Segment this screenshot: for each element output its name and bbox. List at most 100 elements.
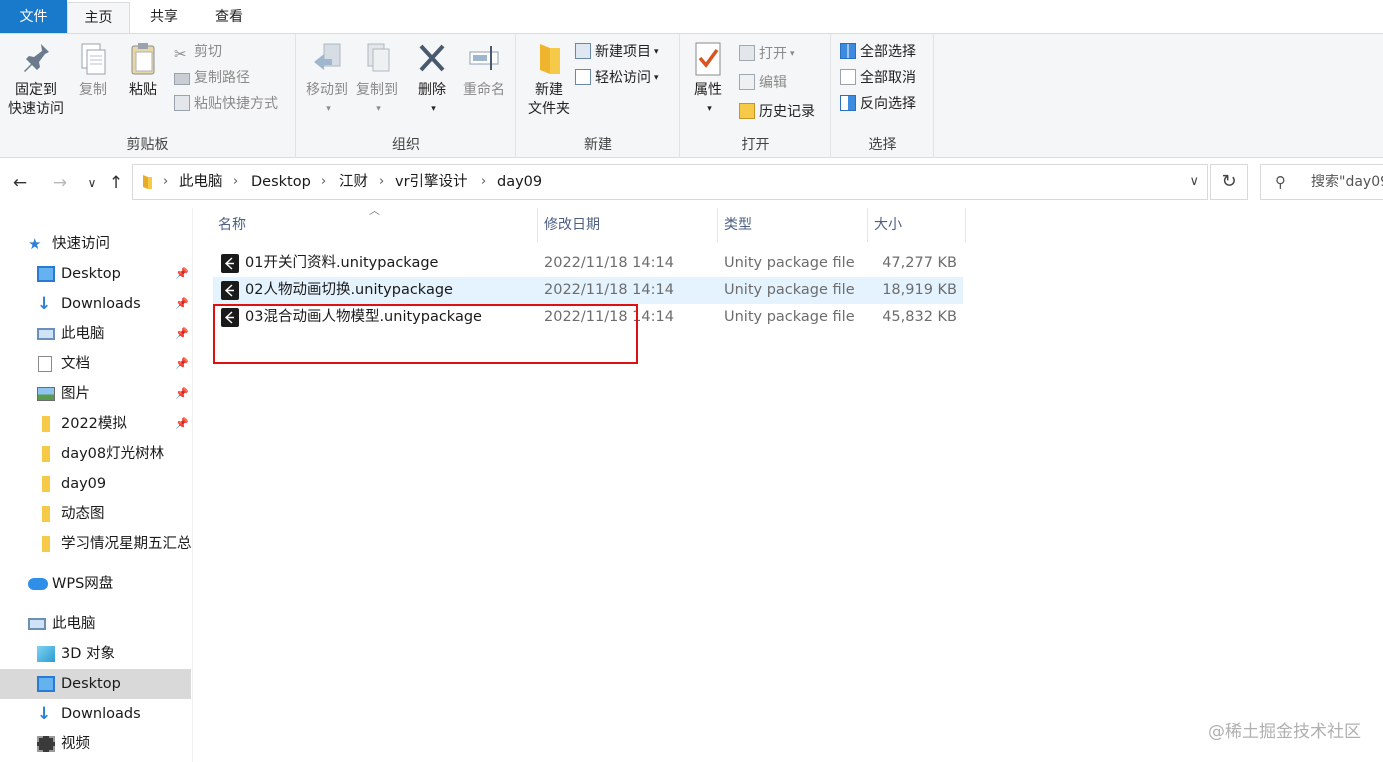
tab-home[interactable]: 主页: [67, 2, 130, 34]
properties-label: 属性: [694, 82, 722, 98]
sidebar-item-study-summary[interactable]: 学习情况星期五汇总: [0, 529, 192, 559]
folder-icon: [42, 446, 50, 462]
breadcrumb-vr-engine-design[interactable]: vr引擎设计: [395, 165, 468, 199]
rename-label: 重命名: [463, 82, 505, 98]
easy-access-dropdown-icon: ▾: [654, 73, 659, 83]
folder-icon: [143, 175, 152, 189]
paste-button[interactable]: 粘贴: [122, 40, 164, 100]
file-row[interactable]: 02人物动画切换.unitypackage 2022/11/18 14:14 U…: [213, 277, 963, 304]
sidebar-item-label: 视频: [61, 736, 90, 752]
paste-shortcut-icon: [174, 95, 190, 111]
tab-share[interactable]: 共享: [134, 2, 194, 33]
select-all-button[interactable]: 全部选择: [840, 40, 916, 64]
file-name: 02人物动画切换.unitypackage: [245, 282, 453, 298]
film-icon: [37, 736, 55, 752]
copy-to-button[interactable]: 复制到 ▾: [353, 40, 401, 119]
rename-icon: [469, 46, 499, 70]
paste-shortcut-button[interactable]: 粘贴快捷方式: [174, 92, 278, 116]
sidebar-item-this-pc[interactable]: 此电脑 📌: [0, 319, 192, 349]
select-all-icon: [840, 43, 856, 59]
unity-package-icon: [221, 254, 239, 273]
pin-icon: [24, 44, 49, 72]
unity-package-icon: [221, 281, 239, 300]
edit-button[interactable]: 编辑: [739, 71, 787, 95]
pin-icon: 📌: [175, 297, 189, 310]
delete-x-icon: [419, 44, 445, 72]
navigation-bar: ← → ∨ ↑ › 此电脑 › Desktop › 江财 › vr引擎设计 › …: [0, 158, 1383, 208]
copy-path-icon: [174, 73, 190, 85]
folder-icon: [42, 476, 50, 492]
pin-icon: 📌: [175, 267, 189, 280]
history-button[interactable]: 历史记录: [739, 100, 815, 124]
file-row[interactable]: 01开关门资料.unitypackage 2022/11/18 14:14 Un…: [213, 250, 963, 277]
address-dropdown-chevron-icon[interactable]: ∨: [1189, 165, 1199, 199]
desktop-icon: [37, 676, 55, 692]
sidebar-item-animated-images[interactable]: 动态图: [0, 499, 192, 529]
search-box[interactable]: ⚲ 搜索"day09": [1260, 164, 1383, 200]
pin-quick-access-button[interactable]: 固定到 快速访问: [4, 40, 68, 119]
tab-view[interactable]: 查看: [198, 2, 260, 33]
column-header-size[interactable]: 大小: [868, 208, 966, 242]
sidebar-item-pictures[interactable]: 图片 📌: [0, 379, 192, 409]
forward-arrow-icon[interactable]: →: [48, 171, 72, 195]
open-button[interactable]: 打开 ▾: [739, 42, 795, 66]
new-item-label: 新建项目: [595, 44, 651, 60]
sidebar-item-desktop-pc[interactable]: Desktop: [0, 669, 191, 699]
up-arrow-icon[interactable]: ↑: [104, 171, 128, 195]
move-to-button[interactable]: 移动到 ▾: [303, 40, 351, 119]
new-item-button[interactable]: 新建项目 ▾: [575, 40, 659, 64]
properties-button[interactable]: 属性 ▾: [687, 40, 729, 119]
breadcrumb-this-pc[interactable]: 此电脑: [179, 165, 223, 199]
address-bar[interactable]: › 此电脑 › Desktop › 江财 › vr引擎设计 › day09 ∨: [132, 164, 1208, 200]
search-input[interactable]: 搜索"day09": [1311, 165, 1383, 199]
paste-label: 粘贴: [129, 82, 157, 98]
column-header-type[interactable]: 类型: [718, 208, 868, 242]
breadcrumb-desktop[interactable]: Desktop: [251, 165, 311, 199]
edit-label: 编辑: [759, 75, 787, 91]
breadcrumb-jiangcai[interactable]: 江财: [339, 165, 368, 199]
properties-dropdown-icon: ▾: [707, 104, 712, 114]
sidebar-item-downloads[interactable]: ↓ Downloads 📌: [0, 289, 192, 319]
sidebar-item-3d-objects[interactable]: 3D 对象: [0, 639, 192, 669]
open-dropdown-icon: ▾: [790, 49, 795, 59]
copy-button[interactable]: 复制: [72, 40, 114, 100]
new-folder-button[interactable]: 新建 文件夹: [521, 40, 577, 119]
sidebar-item-day09[interactable]: day09: [0, 469, 192, 499]
sidebar-item-downloads-pc[interactable]: ↓ Downloads: [0, 699, 192, 729]
column-header-name[interactable]: 名称: [212, 208, 538, 242]
history-label: 历史记录: [759, 104, 815, 120]
sidebar-item-label: 快速访问: [52, 236, 110, 252]
pictures-icon: [37, 387, 55, 401]
sidebar-item-label: Downloads: [61, 296, 141, 312]
rename-button[interactable]: 重命名: [457, 40, 511, 100]
tab-file[interactable]: 文件: [0, 0, 67, 33]
recent-locations-chevron-icon[interactable]: ∨: [80, 171, 104, 195]
new-folder-icon: [540, 44, 560, 74]
sidebar-item-desktop[interactable]: Desktop 📌: [0, 259, 192, 289]
new-item-dropdown-icon: ▾: [654, 47, 659, 57]
sidebar-item-label: 图片: [61, 386, 90, 402]
delete-button[interactable]: 删除 ▾: [411, 40, 453, 119]
invert-selection-button[interactable]: 反向选择: [840, 92, 916, 116]
sidebar-item-videos[interactable]: 视频: [0, 729, 192, 759]
sidebar-item-documents[interactable]: 文档 📌: [0, 349, 192, 379]
sidebar-item-wps-drive[interactable]: WPS网盘: [0, 569, 192, 599]
file-size: 18,919 KB: [882, 282, 957, 298]
select-group: 全部选择 全部取消 反向选择 选择: [832, 34, 934, 158]
sidebar-item-this-pc-root[interactable]: 此电脑: [0, 609, 192, 639]
sidebar-quick-access[interactable]: ★ 快速访问: [0, 229, 192, 259]
back-arrow-icon[interactable]: ←: [8, 171, 32, 195]
file-size: 47,277 KB: [882, 255, 957, 271]
copy-path-button[interactable]: 复制路径: [174, 66, 250, 90]
sidebar-item-day08[interactable]: day08灯光树林: [0, 439, 192, 469]
select-none-button[interactable]: 全部取消: [840, 66, 916, 90]
refresh-icon[interactable]: ↻: [1210, 164, 1248, 200]
easy-access-button[interactable]: 轻松访问 ▾: [575, 66, 659, 90]
download-arrow-icon: ↓: [37, 294, 52, 314]
organize-group-label: 组织: [392, 137, 420, 153]
sidebar-item-2022-mock[interactable]: 2022模拟 📌: [0, 409, 192, 439]
cut-button[interactable]: ✂ 剪切: [174, 40, 222, 64]
navigation-pane: ★ 快速访问 Desktop 📌 ↓ Downloads 📌 此电脑 📌 文档 …: [0, 208, 193, 762]
column-header-date[interactable]: 修改日期: [538, 208, 718, 242]
breadcrumb-day09[interactable]: day09: [497, 165, 542, 199]
